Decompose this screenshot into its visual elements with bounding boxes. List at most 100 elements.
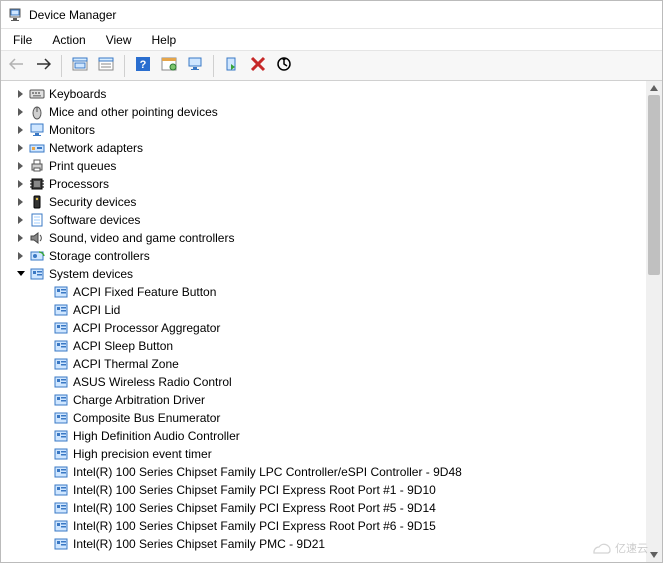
sysdev-icon	[53, 410, 69, 426]
caret-right-icon[interactable]	[15, 160, 27, 172]
monitor-icon	[29, 122, 45, 138]
tree-item-child[interactable]: Charge Arbitration Driver	[3, 391, 660, 409]
tree-item-sysdevices[interactable]: System devices	[3, 265, 660, 283]
vertical-scrollbar[interactable]	[646, 81, 662, 562]
caret-right-icon[interactable]	[15, 178, 27, 190]
menu-file[interactable]: File	[3, 31, 42, 49]
tree-item-child[interactable]: ACPI Processor Aggregator	[3, 319, 660, 337]
tree-item-child[interactable]: ACPI Sleep Button	[3, 337, 660, 355]
tree-item-child[interactable]: Intel(R) 100 Series Chipset Family PCI E…	[3, 481, 660, 499]
caret-right-icon[interactable]	[15, 232, 27, 244]
tree-item-child[interactable]: ACPI Thermal Zone	[3, 355, 660, 373]
tree-item-label: High Definition Audio Controller	[73, 427, 240, 445]
chip-icon	[29, 176, 45, 192]
caret-right-icon[interactable]	[15, 250, 27, 262]
tree-item-keyboards[interactable]: Keyboards	[3, 85, 660, 103]
tree-item-label: Storage controllers	[49, 247, 150, 265]
tree-item-printq[interactable]: Print queues	[3, 157, 660, 175]
caret-placeholder	[39, 538, 51, 550]
tree-item-child[interactable]: Intel(R) 100 Series Chipset Family PMC -…	[3, 535, 660, 553]
caret-placeholder	[39, 412, 51, 424]
toolbar-separator	[213, 55, 214, 77]
properties-button[interactable]	[94, 54, 118, 78]
secdev-icon	[29, 194, 45, 210]
caret-right-icon[interactable]	[15, 88, 27, 100]
caret-right-icon[interactable]	[15, 124, 27, 136]
device-manager-window: Device Manager File Action View Help ?	[0, 0, 663, 563]
properties-icon	[98, 56, 114, 75]
scroll-up-button[interactable]	[646, 81, 662, 95]
tree-item-software[interactable]: Software devices	[3, 211, 660, 229]
scan-button[interactable]	[272, 54, 296, 78]
caret-right-icon[interactable]	[15, 142, 27, 154]
window-title: Device Manager	[29, 8, 116, 22]
menubar: File Action View Help	[1, 29, 662, 51]
scroll-down-button[interactable]	[646, 548, 662, 562]
titlebar: Device Manager	[1, 1, 662, 29]
tree-item-storagectl[interactable]: Storage controllers	[3, 247, 660, 265]
sysdev-icon	[53, 482, 69, 498]
caret-placeholder	[39, 484, 51, 496]
tree-item-label: ACPI Processor Aggregator	[73, 319, 220, 337]
sysdev-icon	[53, 320, 69, 336]
tree-item-child[interactable]: Intel(R) 100 Series Chipset Family PCI E…	[3, 499, 660, 517]
app-icon	[7, 7, 23, 23]
tree-item-processors[interactable]: Processors	[3, 175, 660, 193]
show-hide-console-button[interactable]	[68, 54, 92, 78]
tree-item-child[interactable]: Composite Bus Enumerator	[3, 409, 660, 427]
nav-back-button	[5, 54, 29, 78]
tree-item-sound[interactable]: Sound, video and game controllers	[3, 229, 660, 247]
help-button[interactable]: ?	[131, 54, 155, 78]
sysdev-icon	[53, 374, 69, 390]
tree-item-label: Intel(R) 100 Series Chipset Family PCI E…	[73, 517, 436, 535]
caret-right-icon[interactable]	[15, 214, 27, 226]
menu-view[interactable]: View	[96, 31, 142, 49]
enable-device-button[interactable]	[220, 54, 244, 78]
scroll-thumb[interactable]	[648, 95, 660, 275]
menu-action[interactable]: Action	[42, 31, 95, 49]
sysdev-icon	[53, 338, 69, 354]
tree-item-child[interactable]: ASUS Wireless Radio Control	[3, 373, 660, 391]
tree-item-label: Monitors	[49, 121, 95, 139]
caret-down-icon[interactable]	[15, 268, 27, 280]
tree-item-label: Charge Arbitration Driver	[73, 391, 205, 409]
nav-forward-button[interactable]	[31, 54, 55, 78]
sysdev-icon	[53, 500, 69, 516]
scan-hardware-icon	[161, 56, 177, 75]
update-driver-button[interactable]	[183, 54, 207, 78]
menu-help[interactable]: Help	[142, 31, 187, 49]
scan-hardware-button[interactable]	[157, 54, 181, 78]
sysdev-icon	[53, 392, 69, 408]
device-tree[interactable]: KeyboardsMice and other pointing devices…	[1, 81, 662, 562]
sysdev-icon	[53, 356, 69, 372]
tree-item-child[interactable]: Intel(R) 100 Series Chipset Family LPC C…	[3, 463, 660, 481]
tree-item-child[interactable]: Intel(R) 100 Series Chipset Family PCI E…	[3, 517, 660, 535]
tree-item-label: ACPI Sleep Button	[73, 337, 173, 355]
console-tree-icon	[72, 56, 88, 75]
tree-item-child[interactable]: High Definition Audio Controller	[3, 427, 660, 445]
uninstall-device-button[interactable]	[246, 54, 270, 78]
caret-placeholder	[39, 340, 51, 352]
caret-placeholder	[39, 286, 51, 298]
enable-icon	[224, 56, 240, 75]
speaker-icon	[29, 230, 45, 246]
toolbar-separator	[61, 55, 62, 77]
tree-item-network[interactable]: Network adapters	[3, 139, 660, 157]
sysdev-icon	[53, 302, 69, 318]
caret-placeholder	[39, 376, 51, 388]
softdev-icon	[29, 212, 45, 228]
tree-item-child[interactable]: ACPI Fixed Feature Button	[3, 283, 660, 301]
tree-item-security[interactable]: Security devices	[3, 193, 660, 211]
tree-item-label: High precision event timer	[73, 445, 212, 463]
tree-item-mice[interactable]: Mice and other pointing devices	[3, 103, 660, 121]
tree-item-monitors[interactable]: Monitors	[3, 121, 660, 139]
caret-right-icon[interactable]	[15, 196, 27, 208]
caret-right-icon[interactable]	[15, 106, 27, 118]
help-icon: ?	[135, 56, 151, 75]
tree-item-child[interactable]: ACPI Lid	[3, 301, 660, 319]
monitor-update-icon	[187, 56, 203, 75]
sysdev-icon	[53, 464, 69, 480]
arrow-right-icon	[35, 58, 51, 73]
caret-placeholder	[39, 394, 51, 406]
tree-item-child[interactable]: High precision event timer	[3, 445, 660, 463]
